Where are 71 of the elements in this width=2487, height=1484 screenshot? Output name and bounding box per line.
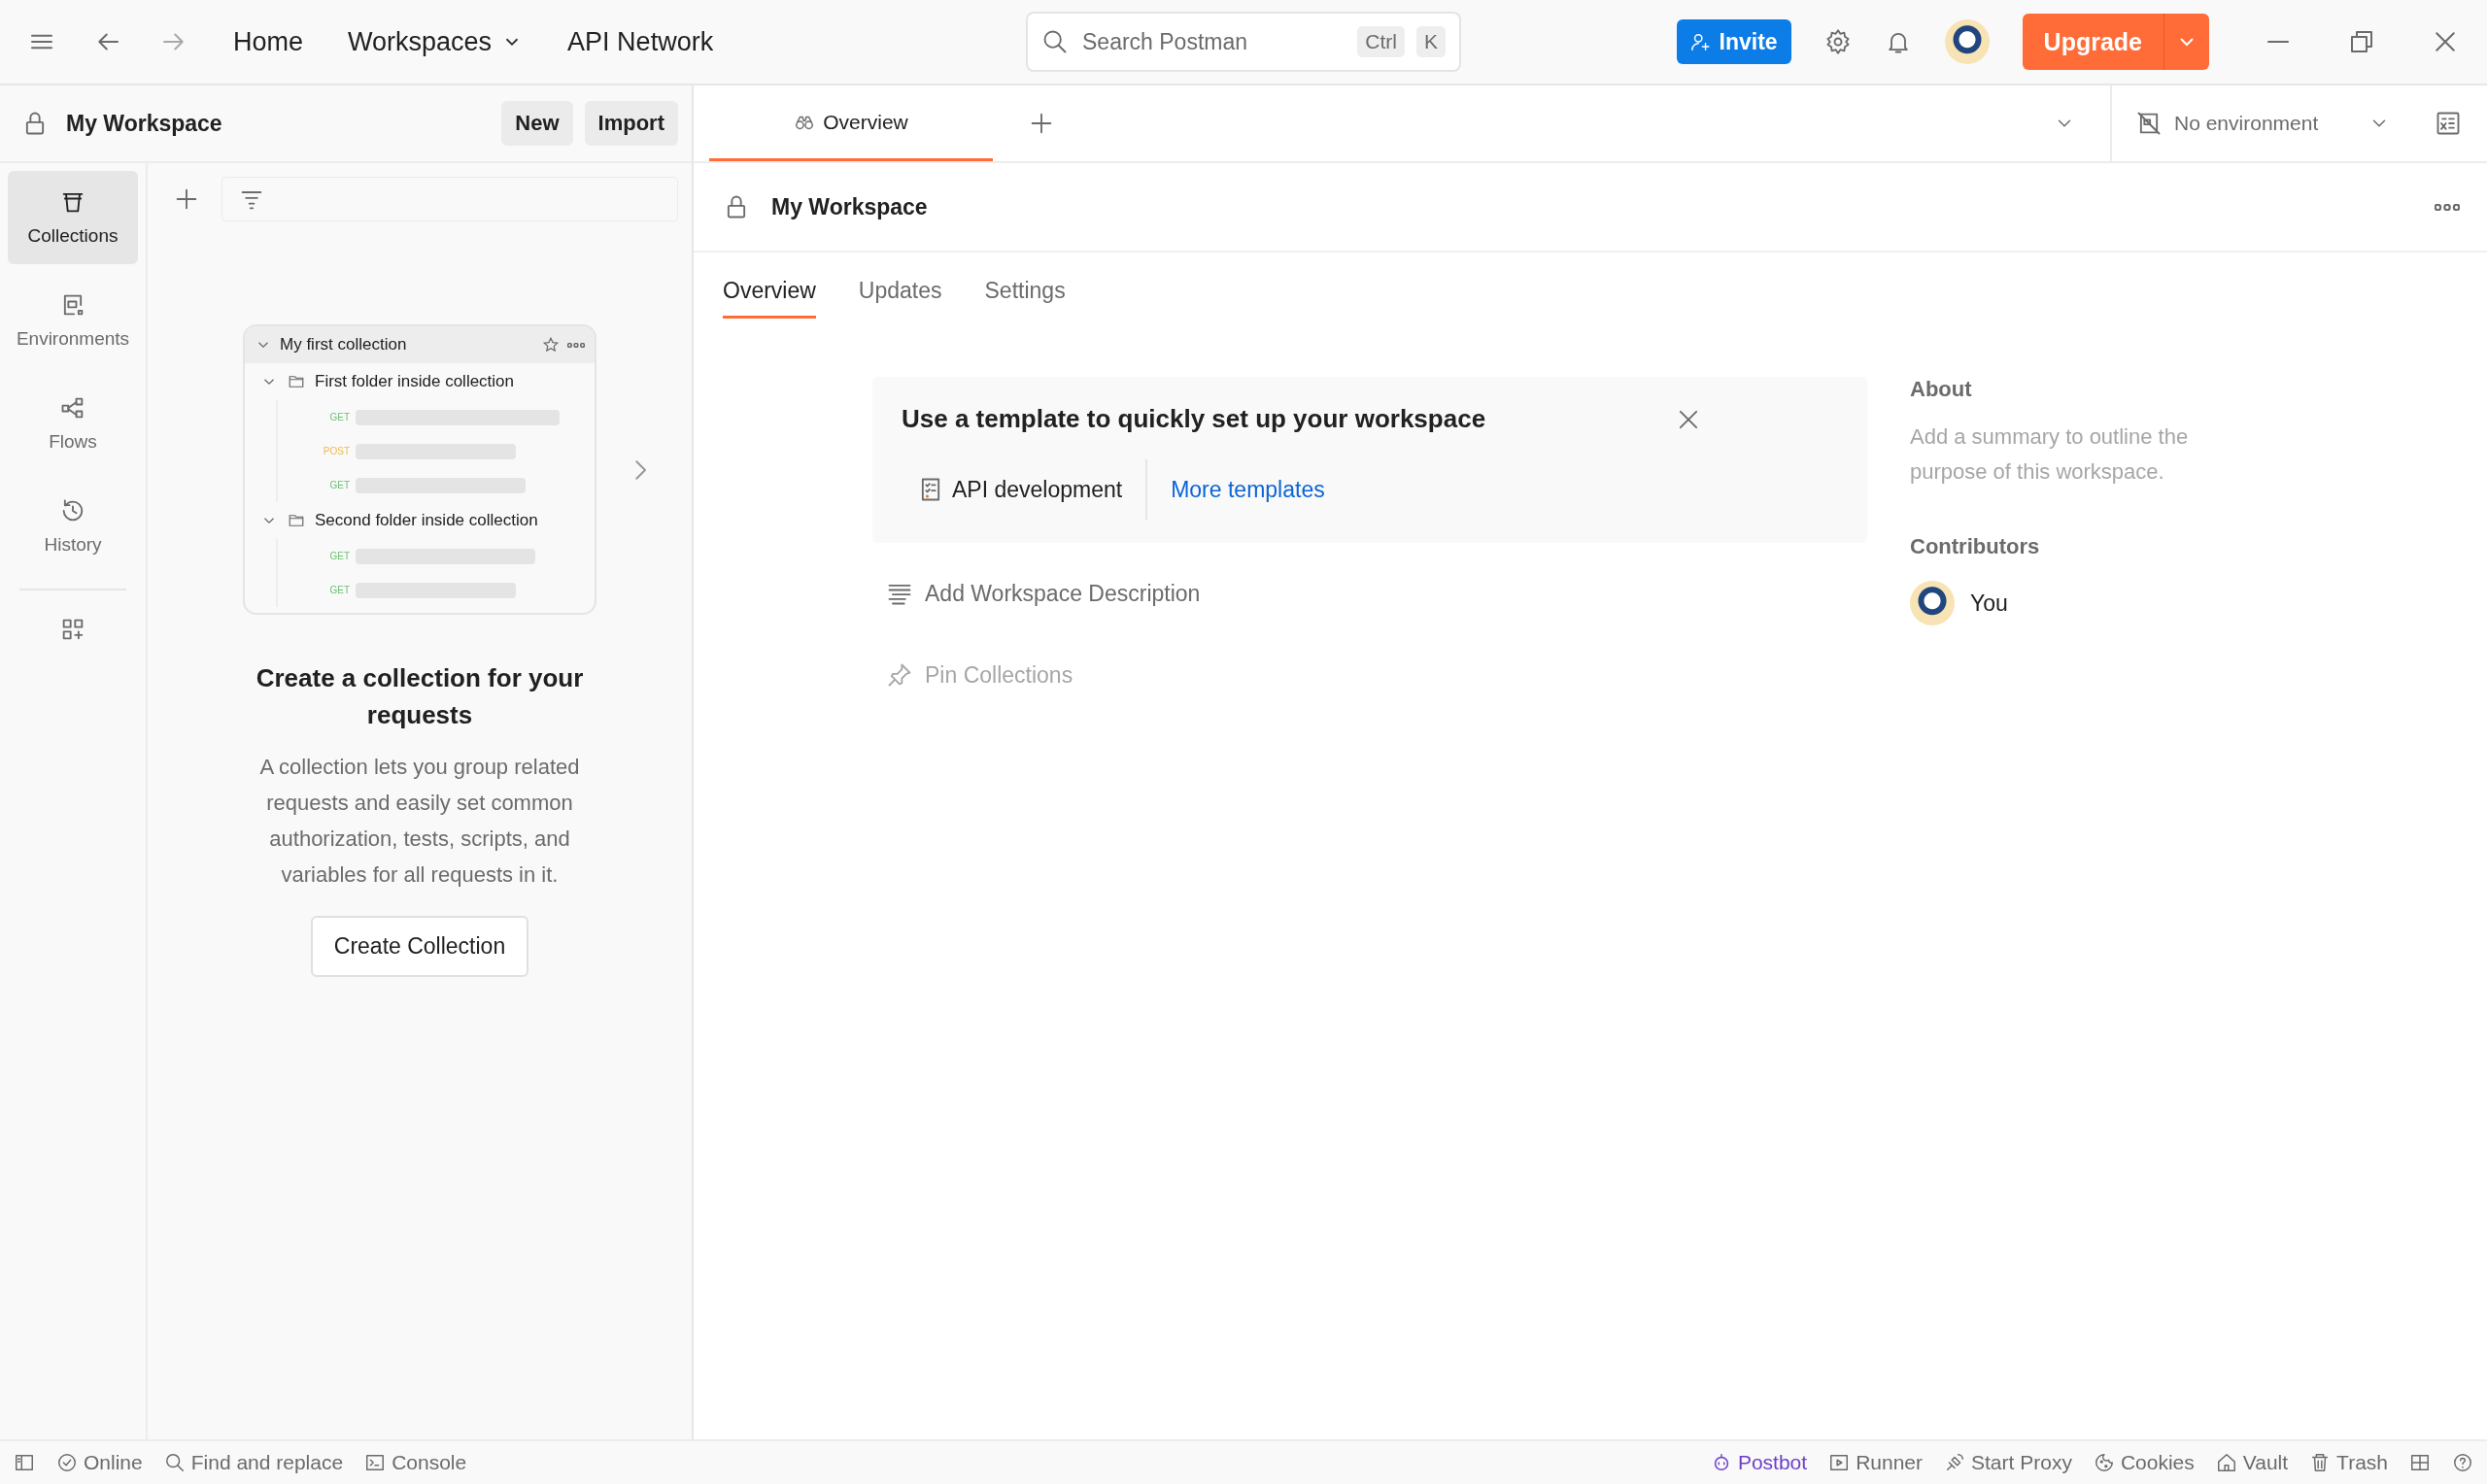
filter-field[interactable] [221,177,678,221]
upgrade-button[interactable]: Upgrade [2022,14,2209,70]
sidebar-nav-item[interactable]: Flows [8,377,138,470]
shortcut-key: K [1416,26,1446,57]
tab[interactable]: Updates [858,278,942,319]
folder-name: First folder inside collection [315,372,515,391]
user-avatar [1910,581,1955,625]
add-person-icon [1689,31,1712,52]
tab[interactable]: Overview [709,85,993,161]
cookie-icon [2093,1452,2115,1473]
workspace-action[interactable]: Add Workspace Description [872,580,1214,607]
template-option[interactable]: API development [902,476,1123,503]
no-environment-icon [2135,110,2163,137]
shortcut-key: Ctrl [1357,26,1405,57]
status-bar-item[interactable]: Postbot [1710,1451,1808,1474]
sidebar-toggle-icon[interactable] [14,1452,35,1473]
variables-icon[interactable] [2435,110,2462,137]
contributor-name: You [1970,590,2008,617]
template-card-title: Use a template to quickly set up your workspace [902,404,1486,434]
status-bar-item[interactable]: Start Proxy [1944,1451,2072,1474]
about-heading: About [1910,377,1973,402]
user-avatar[interactable] [1944,19,1990,64]
search-icon [1041,28,1069,55]
layout-icon[interactable] [2409,1452,2431,1473]
request-method: POST [323,446,350,456]
request-method: GET [328,480,350,490]
nav-link[interactable]: Home [233,26,304,57]
home-icon [2215,1452,2237,1473]
tab[interactable]: Settings [984,278,1066,319]
status-bar-item[interactable]: Trash [2309,1451,2388,1474]
status-bar-item[interactable]: Online [56,1451,143,1474]
play-icon [1828,1452,1851,1473]
status-bar-item[interactable]: Console [364,1451,467,1474]
status-bar-item[interactable]: Runner [1828,1451,1924,1474]
workspace-name: My Workspace [66,110,223,137]
request-method: GET [328,585,350,595]
create-collection-button[interactable]: Create Collection [310,916,529,977]
search-icon [163,1452,186,1473]
help-icon[interactable] [2452,1452,2473,1473]
folder-icon [288,373,305,390]
status-bar-item[interactable]: Cookies [2093,1451,2195,1474]
search-field[interactable]: Search Postman [1080,27,1346,56]
tab[interactable]: Overview [723,278,816,319]
environment-selector[interactable]: No environment [2110,85,2413,161]
contributors-heading: Contributors [1910,534,2041,559]
sidebar-button[interactable]: Import [584,101,678,146]
more-templates-link[interactable]: More templates [1171,476,1325,503]
workspace-title: My Workspace [771,193,928,220]
pin-icon [886,661,913,689]
terminal-icon [364,1452,387,1473]
empty-state-title: Create a collection for your requests [255,662,585,731]
folder-name: Second folder inside collection [315,511,538,530]
sidebar-nav-item[interactable]: Collections [8,171,138,264]
sidebar-nav-item[interactable]: Environments [8,274,138,367]
search-bar[interactable]: Search Postman Ctrl K [1026,12,1461,72]
empty-state-text: A collection lets you group related requests and easily set common authorization, tests, scripts, and variables for all requests in it. [258,754,581,889]
status-bar-item[interactable]: Find and replace [163,1451,344,1474]
sidebar-button[interactable]: New [501,101,573,146]
nav-link[interactable]: API Network [567,26,714,57]
status-bar-item[interactable]: Vault [2215,1451,2289,1474]
more-icon [567,342,585,348]
more-icon[interactable] [2435,203,2460,211]
request-method: GET [328,412,350,422]
nav-link[interactable]: Workspaces [348,26,524,57]
star-icon [542,336,560,354]
check-circle-icon [56,1452,78,1473]
invite-button[interactable]: Invite [1676,19,1791,64]
collection-name: My first collection [280,335,408,354]
sidebar-nav-item[interactable]: History [8,480,138,573]
folder-icon [288,512,305,529]
request-method: GET [328,551,350,561]
